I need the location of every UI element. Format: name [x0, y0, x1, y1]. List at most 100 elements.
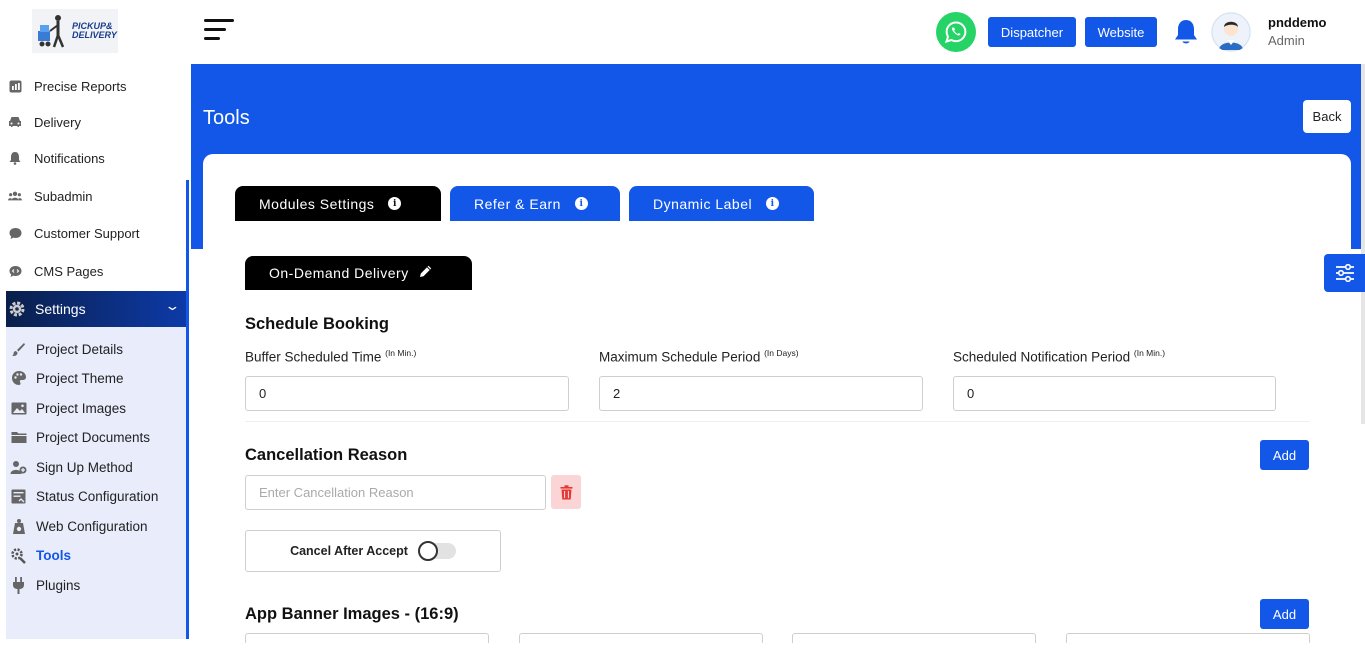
submenu-item-sign-up-method[interactable]: Sign Up Method — [10, 454, 133, 480]
page-title: Tools — [203, 107, 250, 129]
bell-icon — [8, 151, 22, 165]
tab-label: Refer & Earn — [474, 195, 561, 212]
user-role: Admin — [1268, 33, 1305, 48]
schedule-booking-title: Schedule Booking — [245, 315, 389, 333]
chevron-down-icon: ⌄ — [164, 298, 181, 313]
user-avatar[interactable] — [1211, 12, 1251, 52]
submenu-item-label: Status Configuration — [36, 488, 159, 504]
folder-icon — [10, 429, 27, 446]
submenu-item-label: Tools — [36, 547, 71, 563]
banner-image-slot[interactable] — [245, 633, 489, 643]
brush-icon — [10, 341, 27, 358]
chat-icon — [8, 226, 22, 240]
submenu-item-label: Plugins — [36, 577, 81, 593]
trash-icon — [560, 484, 572, 499]
section-divider — [245, 421, 1309, 422]
banner-image-slot[interactable] — [1066, 633, 1310, 643]
sidebar-item-cms-pages[interactable]: CMS Pages — [0, 256, 186, 286]
logo-line-2: DELIVERY — [72, 30, 117, 40]
subtab-label: On-Demand Delivery — [269, 265, 409, 281]
submenu-item-project-details[interactable]: Project Details — [10, 336, 123, 362]
submenu-item-tools[interactable]: Tools — [10, 542, 71, 568]
tab-label: Dynamic Label — [653, 195, 753, 212]
cancellation-reason-input[interactable]: Enter Cancellation Reason — [245, 475, 546, 510]
cancel-after-accept-toggle[interactable] — [417, 541, 456, 561]
app-banner-images-title: App Banner Images - (16:9) — [245, 605, 459, 623]
reports-icon — [8, 79, 22, 93]
submenu-item-project-images[interactable]: Project Images — [10, 395, 126, 421]
sidebar-item-label: Customer Support — [34, 225, 140, 241]
status-icon — [10, 488, 27, 505]
app-logo[interactable]: PICKUP& DELIVERY — [32, 9, 118, 53]
pencil-icon[interactable] — [419, 265, 432, 281]
gear-icon — [8, 300, 26, 318]
buffer-time-input[interactable]: 0 — [245, 376, 569, 411]
sidebar-item-label: Subadmin — [34, 188, 93, 204]
user-plus-icon — [10, 459, 27, 476]
car-icon — [8, 115, 22, 129]
field-unit: (In Min.) — [385, 348, 417, 358]
submenu-item-plugins[interactable]: Plugins — [10, 572, 80, 598]
code-chat-icon — [8, 264, 22, 278]
add-banner-image-button[interactable]: Add — [1260, 599, 1309, 629]
web-config-icon — [10, 518, 27, 535]
submenu-item-label: Sign Up Method — [36, 459, 133, 475]
delivery-man-icon — [38, 15, 65, 48]
submenu-item-label: Project Details — [36, 341, 124, 357]
sliders-icon — [1335, 264, 1354, 282]
page-scrollbar[interactable] — [1361, 64, 1365, 424]
notification-bell-icon[interactable] — [1172, 17, 1200, 47]
notification-period-input[interactable]: 0 — [953, 376, 1276, 411]
tab-label: Modules Settings — [259, 195, 375, 212]
cancellation-reason-title: Cancellation Reason — [245, 446, 408, 464]
sidebar-item-delivery[interactable]: Delivery — [0, 107, 186, 137]
website-button[interactable]: Website — [1085, 17, 1157, 47]
sidebar-item-settings[interactable]: Settings ⌄ — [6, 291, 186, 327]
users-icon — [8, 189, 22, 203]
subtab-on-demand-delivery[interactable]: On-Demand Delivery — [245, 256, 472, 290]
field-label-text: Maximum Schedule Period — [599, 349, 761, 365]
whatsapp-icon[interactable] — [936, 12, 976, 52]
submenu-item-web-configuration[interactable]: Web Configuration — [10, 513, 148, 539]
sidebar-item-label: CMS Pages — [34, 263, 104, 279]
tab-dynamic-label[interactable]: Dynamic Label i — [629, 186, 814, 221]
sidebar-item-notifications[interactable]: Notifications — [0, 143, 186, 173]
top-header: Dispatcher Website pnddemo Admin — [191, 0, 1365, 64]
dispatcher-button[interactable]: Dispatcher — [988, 17, 1076, 47]
field-label-text: Scheduled Notification Period — [953, 349, 1131, 365]
tab-refer-earn[interactable]: Refer & Earn i — [450, 186, 620, 221]
sidebar-item-subadmin[interactable]: Subadmin — [0, 181, 186, 211]
field-unit: (In Days) — [764, 348, 799, 358]
sidebar-item-customer-support[interactable]: Customer Support — [0, 218, 186, 248]
user-name: pnddemo — [1268, 15, 1327, 30]
submenu-item-label: Project Images — [36, 400, 127, 416]
tab-modules-settings[interactable]: Modules Settings i — [235, 186, 441, 221]
back-button[interactable]: Back — [1303, 100, 1351, 133]
submenu-item-label: Web Configuration — [36, 518, 148, 534]
info-icon: i — [574, 197, 588, 210]
submenu-item-project-documents[interactable]: Project Documents — [10, 424, 150, 450]
sidebar-scrollbar[interactable] — [186, 180, 189, 639]
delete-reason-button[interactable] — [551, 475, 581, 509]
submenu-item-status-configuration[interactable]: Status Configuration — [10, 483, 158, 509]
image-icon — [10, 400, 27, 417]
cancel-after-accept-setting: Cancel After Accept — [245, 530, 501, 572]
sidebar-item-label: Settings — [35, 301, 86, 317]
banner-image-slot[interactable] — [792, 633, 1036, 643]
tools-icon — [10, 547, 27, 564]
max-schedule-period-input[interactable]: 2 — [599, 376, 923, 411]
field-unit: (In Min.) — [1133, 348, 1166, 358]
menu-toggle-icon[interactable] — [204, 19, 236, 43]
info-icon: i — [766, 197, 780, 210]
sidebar: PICKUP& DELIVERY Precise Reports Deliver… — [0, 0, 191, 639]
add-cancellation-reason-button[interactable]: Add — [1260, 440, 1309, 470]
notification-period-label: Scheduled Notification Period (In Min.) — [953, 348, 1165, 365]
sidebar-item-label: Delivery — [34, 114, 81, 130]
banner-image-slot[interactable] — [519, 633, 763, 643]
max-schedule-period-label: Maximum Schedule Period (In Days) — [599, 348, 799, 365]
customizer-sliders-button[interactable] — [1324, 254, 1365, 292]
submenu-item-label: Project Documents — [36, 429, 151, 445]
cancel-after-accept-label: Cancel After Accept — [290, 544, 408, 558]
submenu-item-project-theme[interactable]: Project Theme — [10, 365, 124, 391]
sidebar-item-precise-reports[interactable]: Precise Reports — [0, 71, 186, 101]
